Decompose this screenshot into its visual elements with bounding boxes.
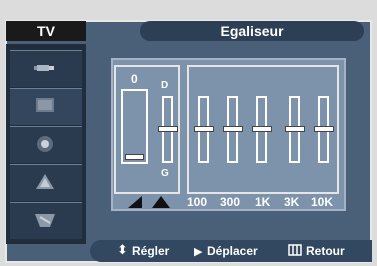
tv-tab: TV bbox=[6, 21, 86, 41]
band-thumb-10k[interactable] bbox=[314, 126, 334, 132]
balance-master-slider[interactable] bbox=[121, 89, 148, 164]
sidebar-item-setup[interactable] bbox=[10, 202, 82, 239]
tv-osd-screen: TV Egaliseur 0 D G 100 300 1K 3K 10K ⬍ R… bbox=[0, 0, 377, 266]
channel-icon bbox=[34, 173, 56, 191]
hint-return: Retour bbox=[306, 244, 345, 258]
sidebar-item-channel[interactable] bbox=[10, 164, 82, 201]
balance-value: 0 bbox=[131, 72, 138, 86]
volume-ramp-left-icon bbox=[152, 196, 161, 208]
plug-icon bbox=[34, 59, 56, 77]
speaker-icon bbox=[34, 135, 56, 153]
balance-slider-thumb[interactable] bbox=[158, 126, 178, 132]
balance-label-right: D bbox=[161, 80, 169, 91]
sidebar-item-input[interactable] bbox=[10, 50, 82, 87]
band-thumb-3k[interactable] bbox=[285, 126, 305, 132]
band-label-1k: 1K bbox=[255, 195, 271, 209]
balance-master-thumb[interactable] bbox=[125, 154, 144, 160]
play-arrow-icon: ▶ bbox=[194, 246, 203, 258]
picture-icon bbox=[34, 97, 56, 115]
band-label-100: 100 bbox=[187, 195, 208, 209]
volume-ramp-right-icon bbox=[161, 196, 170, 208]
balance-label-left: G bbox=[161, 168, 169, 179]
volume-low-icon bbox=[128, 196, 142, 208]
setup-icon bbox=[34, 211, 56, 229]
up-down-arrows-icon: ⬍ bbox=[117, 242, 128, 257]
hint-move: Déplacer bbox=[207, 244, 258, 258]
band-label-3k: 3K bbox=[284, 195, 300, 209]
menu-title: Egaliseur bbox=[140, 21, 364, 41]
return-menu-icon bbox=[288, 244, 302, 259]
sidebar-item-picture[interactable] bbox=[10, 88, 82, 125]
band-thumb-300[interactable] bbox=[223, 126, 243, 132]
band-thumb-1k[interactable] bbox=[252, 126, 272, 132]
band-thumb-100[interactable] bbox=[194, 126, 214, 132]
band-label-10k: 10K bbox=[311, 195, 334, 209]
sidebar-item-sound[interactable] bbox=[10, 126, 82, 163]
sidebar bbox=[6, 44, 86, 244]
band-label-300: 300 bbox=[220, 195, 241, 209]
hint-adjust: Régler bbox=[132, 244, 170, 258]
